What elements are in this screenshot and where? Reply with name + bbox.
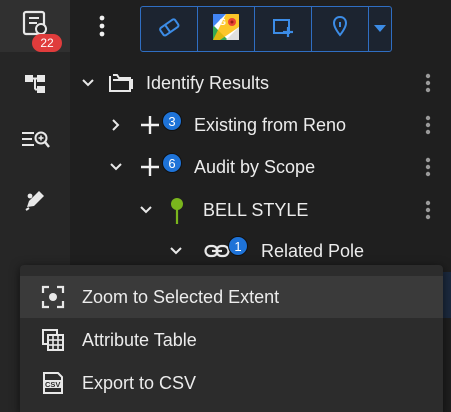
- tree-item-label: Audit by Scope: [194, 156, 316, 177]
- list-search-icon: [20, 127, 50, 158]
- menu-item-label: Export to CSV: [82, 372, 197, 393]
- tree-item-label: BELL STYLE: [203, 199, 309, 220]
- tree-item-label: Related Pole: [261, 240, 365, 261]
- edit-pencil-icon: [22, 187, 48, 218]
- place-pin-button[interactable]: [312, 7, 369, 51]
- google-maps-icon: G: [212, 13, 240, 46]
- menu-item-label: Attribute Table: [82, 329, 197, 350]
- results-rail-button[interactable]: 22: [0, 0, 70, 52]
- chevron-down-icon[interactable]: [108, 159, 124, 175]
- chevron-right-icon[interactable]: [108, 117, 124, 133]
- add-to-box-icon: [271, 16, 295, 43]
- svg-text:CSV: CSV: [45, 380, 60, 389]
- feature-count-badge: 1: [228, 236, 248, 256]
- selected-row-edge: [443, 272, 451, 318]
- tree-row-root[interactable]: Identify Results: [70, 62, 451, 104]
- row-more-options-button[interactable]: [422, 199, 434, 221]
- caret-down-icon: [374, 20, 386, 38]
- panel-more-options-button[interactable]: [92, 14, 112, 42]
- row-more-options-button[interactable]: [422, 72, 434, 94]
- chevron-down-icon[interactable]: [138, 202, 154, 218]
- vertical-ellipsis-icon: [99, 15, 105, 42]
- chevron-down-icon[interactable]: [80, 75, 96, 91]
- plus-icon: [140, 157, 160, 182]
- folder-icon: [108, 71, 134, 98]
- csv-file-icon: CSV: [40, 370, 66, 396]
- tree-root-label: Identify Results: [146, 72, 270, 93]
- plus-icon: [140, 115, 160, 140]
- table-icon: [40, 327, 66, 353]
- green-pin-icon: [170, 197, 184, 230]
- svg-text:G: G: [219, 17, 226, 27]
- row-more-options-button[interactable]: [422, 114, 434, 136]
- tree-item-label: Existing from Reno: [194, 114, 347, 135]
- hierarchy-icon: [22, 71, 48, 102]
- tree-row-existing-from-reno[interactable]: 3 Existing from Reno: [70, 104, 451, 146]
- notification-count-badge: 22: [32, 34, 62, 52]
- menu-item-attribute-table[interactable]: Attribute Table: [20, 319, 443, 361]
- tree-row-audit-by-scope[interactable]: 6 Audit by Scope: [70, 146, 451, 188]
- search-list-rail-button[interactable]: [0, 116, 70, 168]
- edit-rail-button[interactable]: [0, 176, 70, 228]
- menu-item-export-to-csv[interactable]: CSV Export to CSV: [20, 362, 443, 404]
- add-selection-button[interactable]: [255, 7, 312, 51]
- eraser-icon: [157, 16, 181, 43]
- context-menu: Zoom to Selected Extent Attribute Table …: [20, 265, 443, 412]
- chevron-down-icon[interactable]: [168, 243, 184, 259]
- menu-item-zoom-to-selected-extent[interactable]: Zoom to Selected Extent: [20, 276, 443, 318]
- row-more-options-button[interactable]: [422, 156, 434, 178]
- hierarchy-rail-button[interactable]: [0, 60, 70, 112]
- menu-item-label: Zoom to Selected Extent: [82, 286, 280, 307]
- toolbar-dropdown-button[interactable]: [369, 7, 391, 51]
- zoom-extent-icon: [40, 284, 66, 310]
- results-toolbar: G: [140, 6, 392, 52]
- feature-count-badge: 3: [162, 111, 182, 131]
- tree-row-bell-style[interactable]: BELL STYLE: [70, 189, 451, 231]
- google-maps-button[interactable]: G: [198, 7, 255, 51]
- clear-eraser-button[interactable]: [141, 7, 198, 51]
- feature-count-badge: 6: [162, 153, 182, 173]
- link-icon: [204, 242, 230, 265]
- map-pin-icon: [332, 15, 348, 44]
